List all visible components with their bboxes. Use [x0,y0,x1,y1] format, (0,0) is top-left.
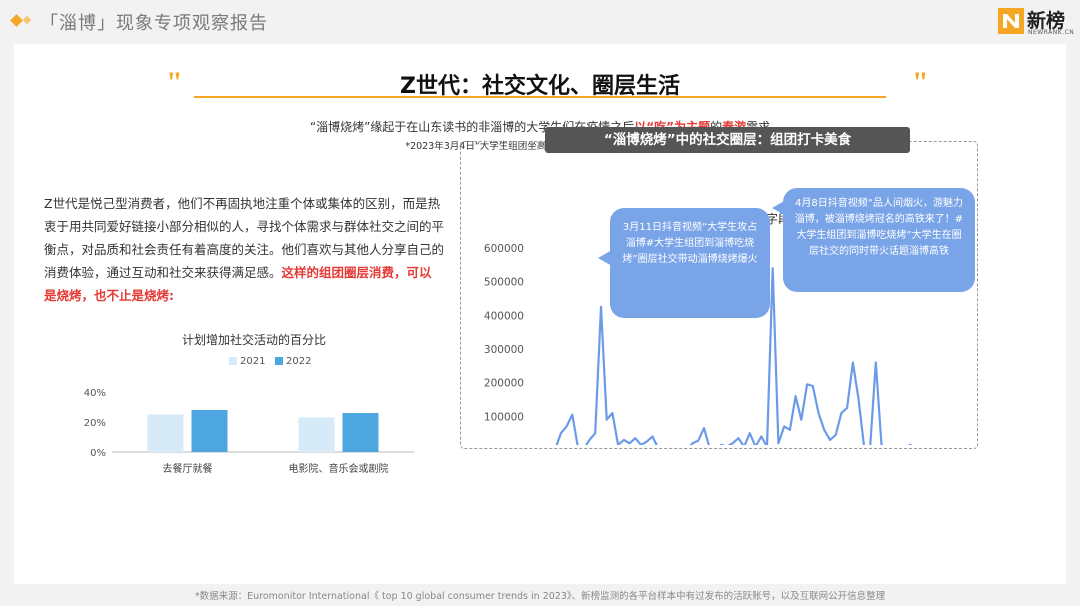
panel-tab-label: “淄博烧烤”中的社交圈层：组团打卡美食 [545,127,910,153]
description-paragraph: Z世代是悦己型消费者，他们不再固执地注重个体或集体的区别，而是热衷于用共同爱好链… [44,192,444,307]
bar-2021-1 [298,417,335,452]
newrank-logo-icon [998,8,1024,34]
line-y-tick: 500000 [484,277,524,289]
legend-swatch-2022 [275,357,283,365]
bar-category-label: 去餐厅就餐 [163,462,213,475]
legend-swatch-2021 [229,357,237,365]
orange-diamond-icon [10,14,23,27]
top-bar: 「淄博」现象专项观察报告 新榜 NEWRANK.CN [0,0,1080,42]
bar-category-label: 电影院、音乐会或剧院 [289,462,389,475]
line-y-tick: 200000 [484,378,524,390]
bar-2022-0 [191,410,228,452]
small-diamond-icon [22,15,32,25]
social-activity-bar-chart: 计划增加社交活动的百分比 2021 2022 0% 20% 40% 去餐厅就餐 电影院、音乐会… [84,332,414,475]
bar-y-tick: 40% [84,388,106,399]
line-y-tick: 100000 [484,411,524,423]
report-title: 「淄博」现象专项观察报告 [40,13,268,34]
bar-chart-title: 计划增加社交活动的百分比 [182,332,326,347]
legend-label-2021: 2021 [240,356,265,367]
newrank-logo: 新榜 NEWRANK.CN [998,6,1074,38]
bar-y-tick: 20% [84,418,106,429]
legend-label-2022: 2022 [286,356,311,367]
annotation-bubble-march: 3月11日抖音视频“大学生攻占淄博#大学生组团到淄博吃烧烤”圈层社交带动淄博烧烤… [610,208,770,318]
line-y-tick: 300000 [484,344,524,356]
logo-subtext: NEWRANK.CN [1028,29,1075,36]
annotation-bubble-april: 4月8日抖音视频“品人间烟火，游魅力淄博，被淄博烧烤冠名的高铁来了！#大学生组团… [783,188,975,292]
data-source-footer: *数据来源：Euromonitor International《 top 10 … [194,591,886,602]
line-y-tick: 600000 [484,243,524,255]
bar-2022-1 [342,413,379,452]
bar-y-tick: 0% [90,448,106,459]
bar-2021-0 [147,414,184,452]
line-y-tick: 400000 [484,310,524,322]
title-underline [194,96,886,98]
